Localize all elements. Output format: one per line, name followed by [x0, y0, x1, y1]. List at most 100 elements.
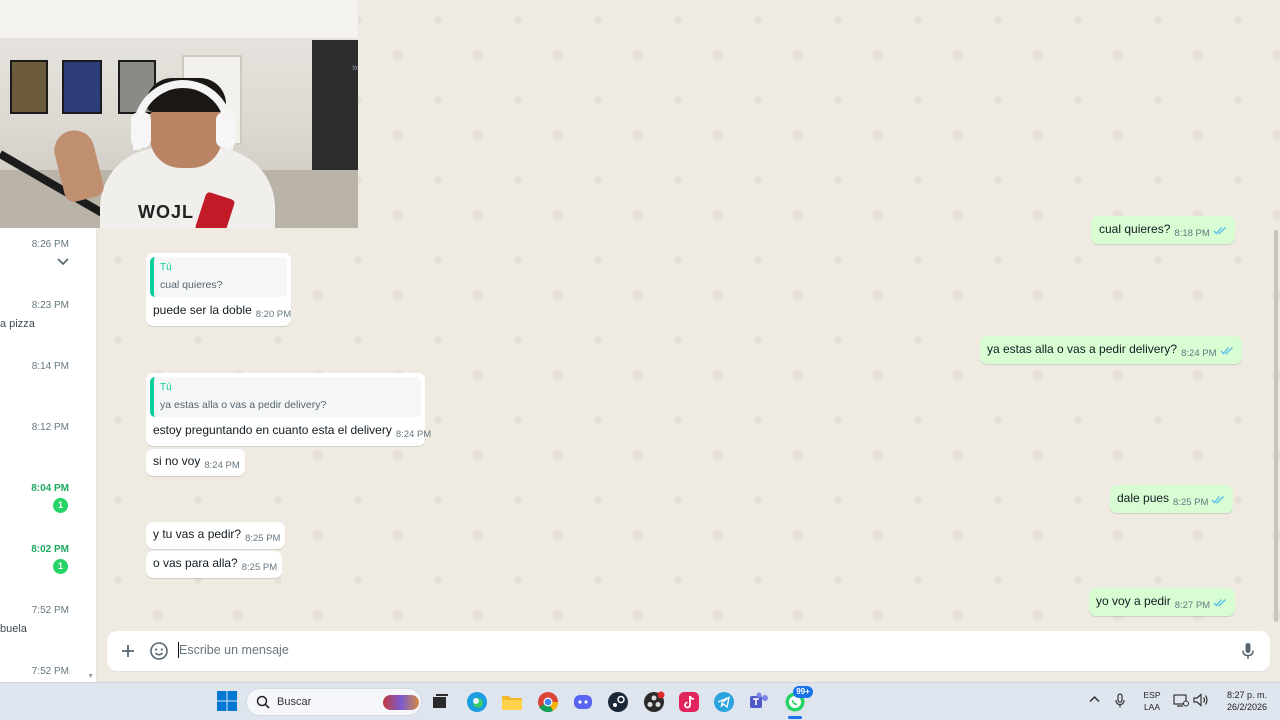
webcam-poster: [10, 60, 48, 114]
chat-list-snippet: buela: [0, 623, 27, 635]
chat-list-snippet: a pizza: [0, 318, 35, 330]
message-text: y tu vas a pedir?: [153, 527, 242, 541]
quote-author: Tú: [160, 262, 172, 273]
windows-start-icon[interactable]: [216, 690, 240, 714]
message-time: 8:24 PM: [1181, 348, 1217, 359]
quote-text: ya estas alla o vas a pedir delivery?: [160, 399, 327, 411]
active-app-indicator: [788, 716, 802, 719]
double-check-icon: [1211, 496, 1225, 504]
double-check-icon: [1213, 227, 1226, 235]
message-text: estoy preguntando en cuanto esta el deli…: [153, 423, 392, 437]
chrome-icon[interactable]: [536, 690, 560, 714]
chat-list-item[interactable]: 7:52 PM: [0, 666, 96, 682]
clock-date: 26/2/2026: [1226, 702, 1267, 712]
clock-time: 8:27 p. m.: [1226, 690, 1267, 700]
message-text: yo voy a pedir: [1096, 594, 1171, 608]
quoted-message[interactable]: Tú ya estas alla o vas a pedir delivery?: [150, 377, 421, 417]
volume-icon[interactable]: [1193, 693, 1209, 710]
message-input[interactable]: Escribe un mensaje: [179, 643, 289, 657]
chevron-down-icon[interactable]: [57, 255, 69, 269]
message-time: 8:27 PM: [1174, 600, 1211, 611]
double-check-icon: [1220, 347, 1233, 355]
message-incoming[interactable]: si no voy 8:24 PM: [146, 449, 245, 476]
obs-icon[interactable]: [642, 690, 666, 714]
message-time: 8:25 PM: [245, 533, 281, 544]
chat-list-item[interactable]: 8:23 PM a pizza: [0, 300, 96, 360]
message-incoming[interactable]: o vas para alla? 8:25 PM: [146, 551, 283, 578]
message-incoming[interactable]: y tu vas a pedir? 8:25 PM: [146, 522, 286, 549]
message-text: ya estas alla o vas a pedir delivery?: [987, 342, 1178, 356]
quoted-message[interactable]: Tú cual quieres?: [150, 257, 287, 297]
chat-list-time: 8:12 PM: [31, 422, 69, 433]
message-time: 8:18 PM: [1174, 228, 1210, 239]
chat-list-item[interactable]: 8:26 PM: [0, 239, 96, 299]
message-text: puede ser la doble: [153, 303, 252, 317]
chat-list-item[interactable]: 7:52 PM buela: [0, 605, 96, 665]
input-language-line2: LAA: [1143, 702, 1161, 712]
message-time: 8:20 PM: [255, 309, 292, 320]
message-outgoing[interactable]: yo voy a pedir 8:27 PM: [1089, 588, 1236, 616]
chat-list-item[interactable]: 8:14 PM: [0, 361, 96, 421]
unread-badge: 1: [53, 498, 68, 513]
chevron-up-icon[interactable]: [1089, 694, 1100, 706]
message-time: 8:25 PM: [241, 562, 278, 573]
headphone-earcup: [216, 112, 236, 148]
message-incoming-reply[interactable]: Tú cual quieres? puede ser la doble 8:20 …: [146, 253, 291, 326]
webcam-shirt-print: WOJL: [138, 202, 194, 222]
message-text: cual quieres?: [1099, 222, 1171, 236]
whatsapp-unread-badge: 99+: [793, 686, 813, 698]
unread-badge: 1: [53, 559, 68, 574]
chat-list-time: 8:26 PM: [31, 239, 69, 250]
chat-list-time: 7:52 PM: [31, 605, 69, 616]
chat-list-time: 8:14 PM: [31, 361, 69, 372]
search-highlight-icon: [383, 695, 419, 710]
message-time: 8:25 PM: [1173, 497, 1209, 508]
microphone-icon[interactable]: [1236, 639, 1260, 663]
taskbar-search-label: Buscar: [277, 696, 312, 708]
message-outgoing[interactable]: ya estas alla o vas a pedir delivery? 8:2…: [980, 336, 1242, 364]
input-language-line1: ESP: [1143, 690, 1161, 700]
task-view-icon[interactable]: [428, 690, 452, 714]
chat-list-time: 8:23 PM: [31, 300, 69, 311]
message-time: 8:24 PM: [204, 460, 240, 471]
windows-taskbar: Buscar 99+ ESP LAA 8:27 p. m. 26/2/2026: [0, 682, 1280, 720]
webcam-ceiling: [0, 0, 358, 38]
message-text: si no voy: [153, 454, 201, 468]
input-language[interactable]: ESP LAA: [1141, 689, 1163, 713]
headphone-earcup: [131, 112, 151, 148]
chat-list-item[interactable]: 8:04 PM 1: [0, 483, 96, 543]
chat-list-item[interactable]: 8:02 PM 1: [0, 544, 96, 604]
sticker-icon[interactable]: [147, 639, 171, 663]
message-outgoing[interactable]: dale pues 8:25 PM: [1110, 485, 1234, 513]
plus-icon[interactable]: [116, 639, 140, 663]
steam-icon[interactable]: [606, 690, 630, 714]
message-time: 8:24 PM: [395, 429, 432, 440]
teams-icon[interactable]: [747, 690, 771, 714]
webcam-poster: [62, 60, 102, 114]
quote-text: cual quieres?: [160, 279, 223, 291]
tiktok-icon[interactable]: [677, 690, 701, 714]
telegram-icon[interactable]: [712, 690, 736, 714]
double-check-icon: [1213, 599, 1227, 607]
message-incoming-reply[interactable]: Tú ya estas alla o vas a pedir delivery?…: [146, 373, 431, 446]
webcam-overlay: WOJL: [0, 0, 358, 228]
message-text: o vas para alla?: [153, 556, 238, 570]
chat-list-item[interactable]: 8:12 PM: [0, 422, 96, 482]
network-icon[interactable]: [1173, 693, 1189, 710]
message-text: dale pues: [1117, 491, 1170, 505]
chat-list-time: 8:04 PM: [31, 483, 69, 494]
search-icon: [256, 695, 270, 714]
conversation-scrollbar[interactable]: [1274, 230, 1278, 622]
file-explorer-icon[interactable]: [500, 690, 524, 714]
double-chevron-right-icon[interactable]: »: [352, 62, 358, 74]
taskbar-search[interactable]: Buscar: [246, 688, 422, 716]
discord-icon[interactable]: [571, 690, 595, 714]
message-outgoing[interactable]: cual quieres? 8:18 PM: [1091, 216, 1235, 244]
microphone-tray-icon[interactable]: [1114, 693, 1126, 712]
chat-list-time: 8:02 PM: [31, 544, 69, 555]
system-clock[interactable]: 8:27 p. m. 26/2/2026: [1213, 689, 1267, 713]
edge-icon[interactable]: [465, 690, 489, 714]
scroll-down-arrow-icon[interactable]: ▼: [87, 673, 94, 680]
chat-list-time: 7:52 PM: [31, 666, 69, 677]
quote-author: Tú: [160, 382, 172, 393]
